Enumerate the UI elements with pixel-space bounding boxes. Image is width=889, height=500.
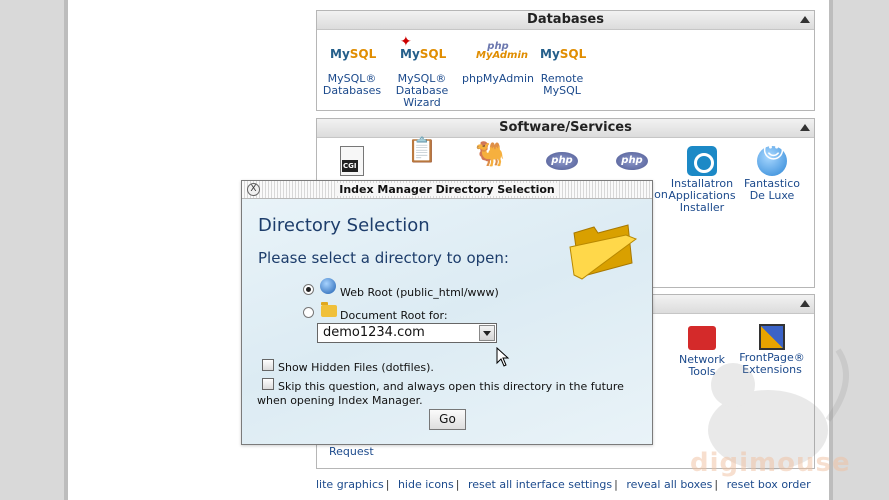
document-root-radio[interactable] (303, 307, 314, 318)
databases-panel-header[interactable]: Databases (317, 11, 814, 30)
web-root-label: Web Root (public_html/www) (340, 286, 499, 299)
mysql-wizard-icon: MySQL ✦ (400, 34, 447, 61)
php-icon: php (616, 152, 648, 170)
phpmyadmin-label: phpMyAdmin (462, 72, 534, 85)
page-gutter-left (0, 0, 64, 500)
mysql-icon: MySQL (330, 47, 377, 61)
remote-mysql-label-2: MySQL (543, 84, 581, 97)
remote-mysql-link[interactable]: MySQL Remote MySQL (527, 36, 597, 97)
databases-panel-title: Databases (527, 12, 604, 27)
request-link[interactable]: Request (329, 445, 374, 458)
software-panel-title: Software/Services (499, 120, 632, 135)
phpmyadmin-icon: php MyAdmin (476, 41, 529, 61)
skip-question-label: Skip this question, and always open this… (257, 380, 624, 407)
installatron-icon (687, 146, 717, 176)
globe-icon (320, 278, 336, 294)
remote-mysql-icon: MySQL (540, 47, 587, 61)
show-hidden-checkbox[interactable] (262, 359, 274, 371)
chevron-down-icon[interactable] (479, 325, 495, 341)
dialog-title: Index Manager Directory Selection (335, 183, 559, 196)
lite-graphics-link[interactable]: lite graphics (316, 478, 384, 491)
fantastico-link[interactable]: Fantastico De Luxe (737, 144, 807, 202)
dialog-heading: Directory Selection (258, 215, 430, 236)
phpmyadmin-link[interactable]: php MyAdmin phpMyAdmin (462, 36, 534, 85)
help-doc-link[interactable]: 📋 (387, 136, 457, 181)
gutter-divider-left (64, 0, 68, 500)
collapse-arrow-icon[interactable] (800, 124, 810, 131)
help-document-icon: 📋 (407, 136, 437, 164)
folder-icon (569, 224, 638, 280)
mysql-databases-link[interactable]: MySQL MySQL® Databases (317, 36, 387, 97)
footer-links: lite graphics | hide icons | reset all int… (316, 478, 811, 491)
document-root-label: Document Root for: (340, 309, 448, 322)
dialog-titlebar[interactable]: X Index Manager Directory Selection (242, 181, 652, 199)
watermark-text: digimouse (690, 448, 851, 478)
camel-icon: 🐫 (475, 140, 505, 168)
php-icon: php (546, 152, 578, 170)
domain-select-value: demo1234.com (323, 325, 425, 340)
perl-modules-link[interactable]: 🐫 (455, 140, 525, 181)
mysql-database-wizard-link[interactable]: MySQL ✦ MySQL® Database Wizard (387, 34, 457, 109)
reveal-boxes-link[interactable]: reveal all boxes (626, 478, 712, 491)
cgi-icon: CGI (340, 146, 364, 176)
mysql-databases-label-2: Databases (322, 84, 382, 97)
domain-select[interactable]: demo1234.com (317, 323, 497, 343)
collapse-arrow-icon[interactable] (800, 16, 810, 23)
reset-box-order-link[interactable]: reset box order (727, 478, 811, 491)
dialog-prompt: Please select a directory to open: (258, 249, 509, 267)
cgi-link[interactable]: CGI (317, 144, 387, 178)
fantastico-label-2: De Luxe (749, 189, 795, 202)
mysql-wizard-label-3: Wizard (403, 96, 441, 109)
collapse-arrow-icon[interactable] (800, 300, 810, 307)
smiley-icon (757, 146, 787, 176)
software-panel-header[interactable]: Software/Services (317, 119, 814, 138)
show-hidden-label: Show Hidden Files (dotfiles). (278, 361, 434, 374)
directory-selection-dialog: X Index Manager Directory Selection Dire… (241, 180, 653, 445)
folder-small-icon (321, 302, 337, 317)
reset-interface-link[interactable]: reset all interface settings (468, 478, 612, 491)
php-config-link[interactable]: php (527, 144, 597, 170)
hide-icons-link[interactable]: hide icons (398, 478, 454, 491)
php-pear-link[interactable]: php (597, 144, 667, 170)
web-root-radio[interactable] (303, 284, 314, 295)
installatron-link[interactable]: Installatron Applications Installer (667, 144, 737, 214)
mouse-cursor-icon (496, 347, 510, 367)
installatron-label-3: Installer (679, 201, 725, 214)
go-button[interactable]: Go (429, 409, 466, 430)
